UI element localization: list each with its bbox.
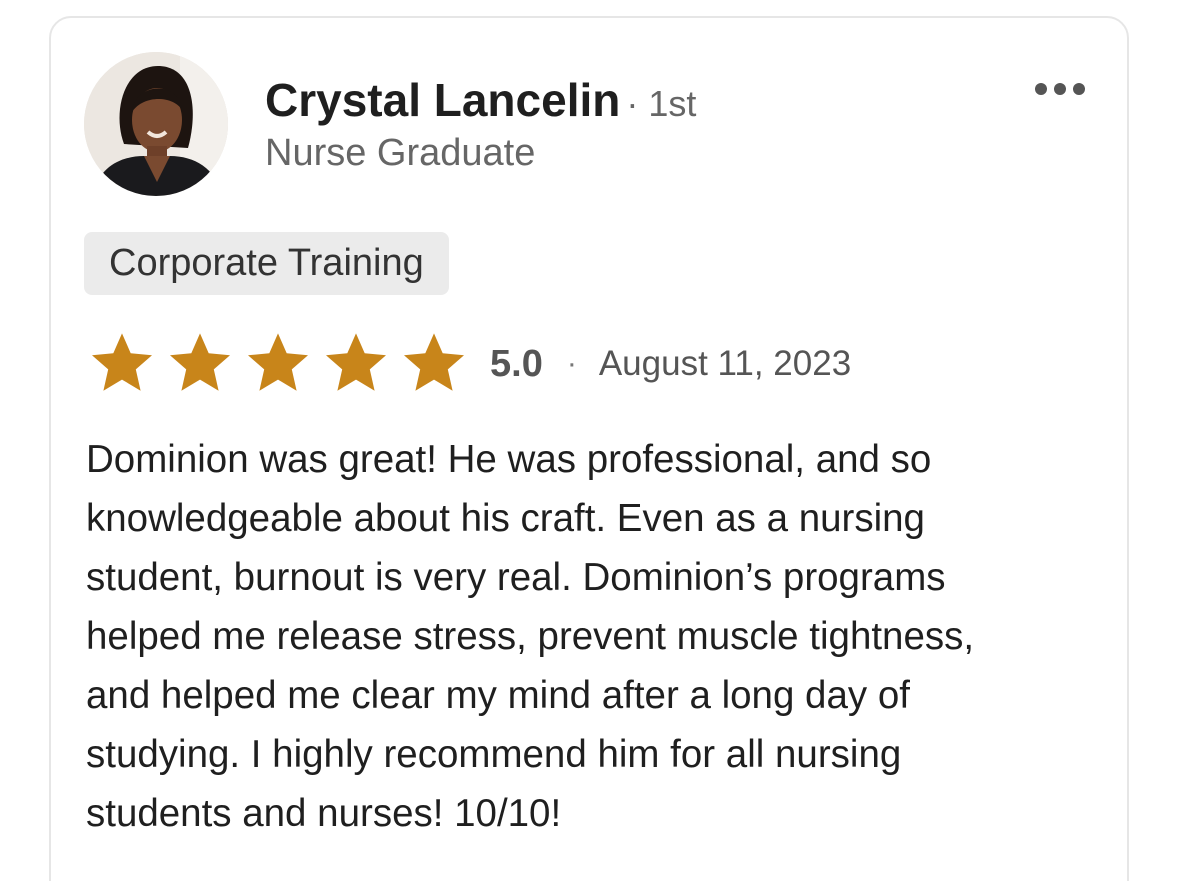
star-rating	[86, 331, 470, 397]
more-options-button[interactable]	[1024, 72, 1096, 106]
reviewer-name[interactable]: Crystal Lancelin	[265, 74, 620, 126]
avatar-photo	[84, 52, 228, 196]
more-horizontal-icon	[1073, 83, 1085, 95]
star-icon	[248, 333, 308, 391]
reviewer-headline: Nurse Graduate	[265, 132, 536, 174]
star-icon	[326, 333, 386, 391]
connection-degree: · 1st	[626, 83, 697, 124]
review-date: August 11, 2023	[598, 344, 852, 383]
more-horizontal-icon	[1035, 83, 1047, 95]
review-text: Dominion was great! He was professional,…	[86, 438, 975, 835]
service-tag: Corporate Training	[84, 232, 449, 295]
more-horizontal-icon	[1054, 83, 1066, 95]
avatar[interactable]	[84, 52, 228, 196]
page: Crystal Lancelin · 1st Nurse Graduate Cor…	[0, 0, 1179, 881]
star-icon	[92, 333, 152, 391]
rating-value: 5.0	[490, 342, 543, 385]
rating-row: 5.0 · August 11, 2023	[86, 330, 851, 398]
rating-separator: ·	[566, 347, 577, 380]
star-icon	[404, 333, 464, 391]
star-icon	[170, 333, 230, 391]
